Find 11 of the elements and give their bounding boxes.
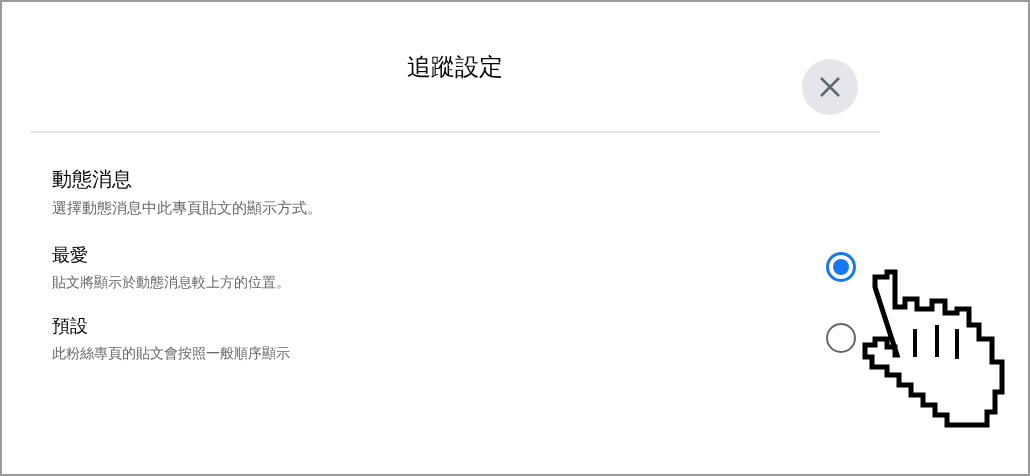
radio-button[interactable] [826,323,856,353]
option-description: 貼文將顯示於動態消息較上方的位置。 [52,272,290,292]
radio-button[interactable] [826,252,856,282]
option-label: 最愛 [52,242,89,267]
section-description: 選擇動態消息中此專頁貼文的顯示方式。 [52,198,323,219]
option-label: 預設 [52,313,89,338]
section-heading: 動態消息 [52,166,133,193]
dialog-title: 追蹤設定 [407,51,503,83]
close-icon [818,75,842,99]
close-button[interactable] [802,59,858,115]
option-description: 此粉絲專頁的貼文會按照一般順序顯示 [52,343,290,363]
